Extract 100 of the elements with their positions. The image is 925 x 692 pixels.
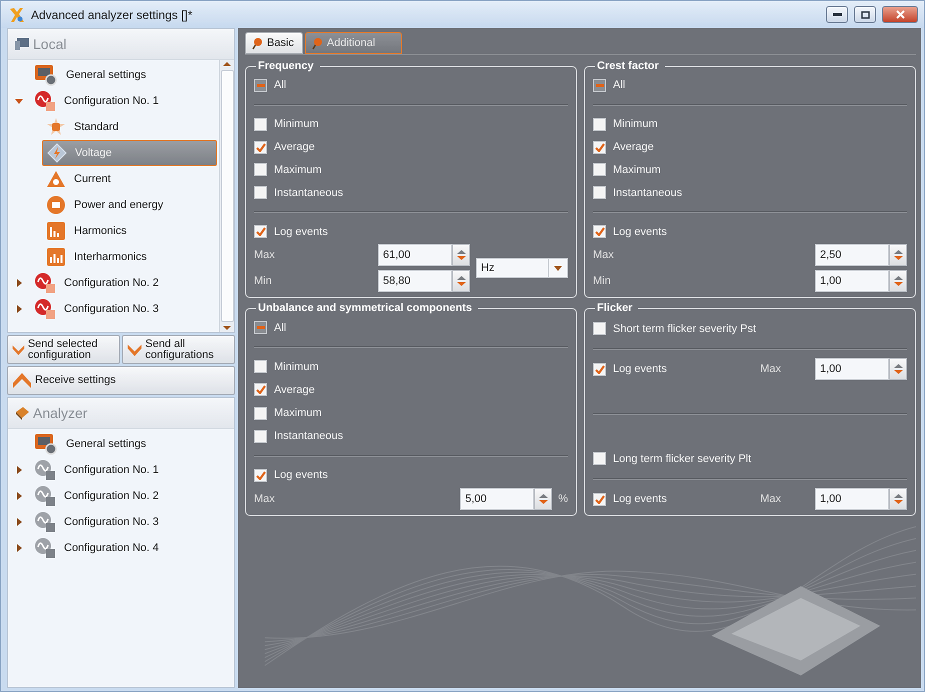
scroll-down-icon bbox=[223, 324, 231, 332]
spin-button[interactable] bbox=[452, 270, 470, 292]
checkbox-label[interactable]: Log events bbox=[613, 226, 667, 238]
spin-button[interactable] bbox=[889, 244, 907, 266]
app-logo-icon bbox=[9, 6, 25, 22]
tree-item[interactable]: General settings bbox=[30, 62, 217, 88]
tree-item[interactable]: Current bbox=[42, 166, 217, 192]
checkmark-icon bbox=[256, 470, 266, 480]
checkbox-label[interactable]: Log events bbox=[613, 363, 667, 375]
limit-label: Min bbox=[254, 275, 272, 287]
scrollbar[interactable] bbox=[219, 60, 234, 332]
checkbox[interactable] bbox=[254, 430, 267, 443]
up-down-arrows-icon bbox=[538, 492, 548, 505]
checkmark-icon bbox=[594, 227, 604, 236]
checkbox-label[interactable]: Minimum bbox=[274, 118, 319, 130]
send-button[interactable]: Send selected configuration bbox=[7, 335, 120, 364]
spin-button[interactable] bbox=[889, 358, 907, 380]
panel-title: Local bbox=[33, 36, 66, 52]
checkbox-label[interactable]: Maximum bbox=[613, 164, 661, 176]
dash-icon bbox=[256, 326, 264, 330]
waveform-badge-icon bbox=[34, 90, 56, 112]
tree-item[interactable]: Power and energy bbox=[42, 192, 217, 218]
checkbox-label[interactable]: Instantaneous bbox=[613, 186, 682, 199]
tristate-checkbox[interactable] bbox=[254, 321, 267, 334]
send-button[interactable]: Send all configurations bbox=[122, 335, 235, 364]
checkbox[interactable] bbox=[593, 225, 606, 238]
checkbox-label[interactable]: Average bbox=[274, 384, 315, 396]
tree-item[interactable]: General settings bbox=[30, 431, 232, 457]
checkbox[interactable] bbox=[593, 186, 606, 200]
tree-item[interactable]: Configuration No. 3 bbox=[30, 296, 217, 322]
checkbox-label[interactable]: Long term flicker severity Plt bbox=[613, 452, 752, 464]
tree-item[interactable]: Configuration No. 4 bbox=[30, 535, 232, 561]
tree-item[interactable]: Harmonics bbox=[42, 218, 217, 244]
checkbox-label[interactable]: Instantaneous bbox=[274, 186, 344, 199]
checkbox[interactable] bbox=[254, 360, 267, 374]
window-title: Advanced analyzer settings []* bbox=[31, 8, 194, 22]
spin-button[interactable] bbox=[452, 244, 470, 266]
up-down-arrows-icon bbox=[894, 275, 902, 287]
number-field[interactable]: 61,00 bbox=[378, 244, 452, 266]
tree-item[interactable]: Configuration No. 3 bbox=[30, 509, 232, 535]
checkbox[interactable] bbox=[593, 322, 606, 335]
checkbox-label[interactable]: All bbox=[274, 79, 286, 92]
panel-title: Analyzer bbox=[33, 405, 88, 421]
checkbox-label[interactable]: Log events bbox=[274, 469, 328, 482]
up-chevron-icon bbox=[12, 370, 32, 390]
group-title: Crest factor bbox=[596, 60, 660, 72]
tristate-checkbox[interactable] bbox=[593, 78, 606, 92]
tab[interactable]: Basic bbox=[245, 32, 303, 54]
number-field[interactable]: 5,00 bbox=[460, 488, 534, 510]
checkbox-label[interactable]: All bbox=[274, 322, 286, 334]
tristate-checkbox[interactable] bbox=[254, 78, 267, 92]
tree-item[interactable]: Standard bbox=[42, 114, 217, 140]
up-down-arrows-icon bbox=[456, 275, 466, 287]
checkbox-label[interactable]: Average bbox=[274, 141, 315, 154]
checkbox[interactable] bbox=[254, 186, 267, 200]
checkbox-label[interactable]: Minimum bbox=[613, 118, 658, 130]
checkbox[interactable] bbox=[254, 406, 267, 420]
checkbox[interactable] bbox=[593, 163, 606, 176]
tree-item[interactable]: Configuration No. 1 bbox=[30, 457, 232, 483]
checkbox-label[interactable]: Log events bbox=[613, 493, 667, 505]
tree-item[interactable]: Configuration No. 1 bbox=[30, 88, 217, 114]
checkbox[interactable] bbox=[254, 383, 267, 396]
checkbox[interactable] bbox=[254, 468, 267, 482]
checkbox-label[interactable]: Maximum bbox=[274, 407, 322, 420]
checkbox[interactable] bbox=[593, 362, 606, 376]
spin-button[interactable] bbox=[889, 270, 907, 292]
checkbox[interactable] bbox=[593, 492, 606, 506]
number-field[interactable]: 2,50 bbox=[815, 244, 889, 266]
spin-button[interactable] bbox=[889, 488, 907, 510]
checkbox-label[interactable]: Log events bbox=[274, 226, 328, 238]
checkbox[interactable] bbox=[593, 118, 606, 131]
checkbox-label[interactable]: Short term flicker severity Pst bbox=[613, 322, 756, 334]
checkbox[interactable] bbox=[593, 140, 606, 154]
unit-dropdown[interactable]: Hz bbox=[476, 258, 568, 278]
checkbox[interactable] bbox=[593, 452, 606, 465]
spin-button[interactable] bbox=[534, 488, 552, 510]
checkbox-label[interactable]: Average bbox=[613, 141, 654, 154]
checkbox[interactable] bbox=[254, 163, 267, 176]
number-field[interactable]: 1,00 bbox=[815, 358, 889, 380]
tree-item[interactable]: Configuration No. 2 bbox=[30, 483, 232, 509]
receive-button[interactable]: Receive settings bbox=[7, 366, 235, 395]
checkbox[interactable] bbox=[254, 225, 267, 238]
number-field[interactable]: 1,00 bbox=[815, 488, 889, 510]
checkbox-label[interactable]: All bbox=[613, 79, 626, 92]
checkbox-label[interactable]: Minimum bbox=[274, 360, 319, 373]
maximize-button[interactable] bbox=[854, 6, 876, 23]
max-label: Max bbox=[760, 363, 781, 375]
bar-chart-icon bbox=[46, 247, 66, 267]
number-field[interactable]: 58,80 bbox=[378, 270, 452, 292]
checkbox-label[interactable]: Maximum bbox=[274, 164, 322, 176]
tree-item[interactable]: Configuration No. 2 bbox=[30, 270, 217, 296]
checkbox[interactable] bbox=[254, 118, 267, 131]
number-field[interactable]: 1,00 bbox=[815, 270, 889, 292]
minimize-button[interactable] bbox=[826, 6, 848, 23]
up-down-arrows-icon bbox=[456, 249, 466, 261]
close-button[interactable] bbox=[882, 6, 918, 23]
tree-item[interactable]: Interharmonics bbox=[42, 244, 217, 270]
group-title: Frequency bbox=[257, 60, 315, 72]
checkbox-label[interactable]: Instantaneous bbox=[274, 430, 344, 442]
checkbox[interactable] bbox=[254, 140, 267, 154]
